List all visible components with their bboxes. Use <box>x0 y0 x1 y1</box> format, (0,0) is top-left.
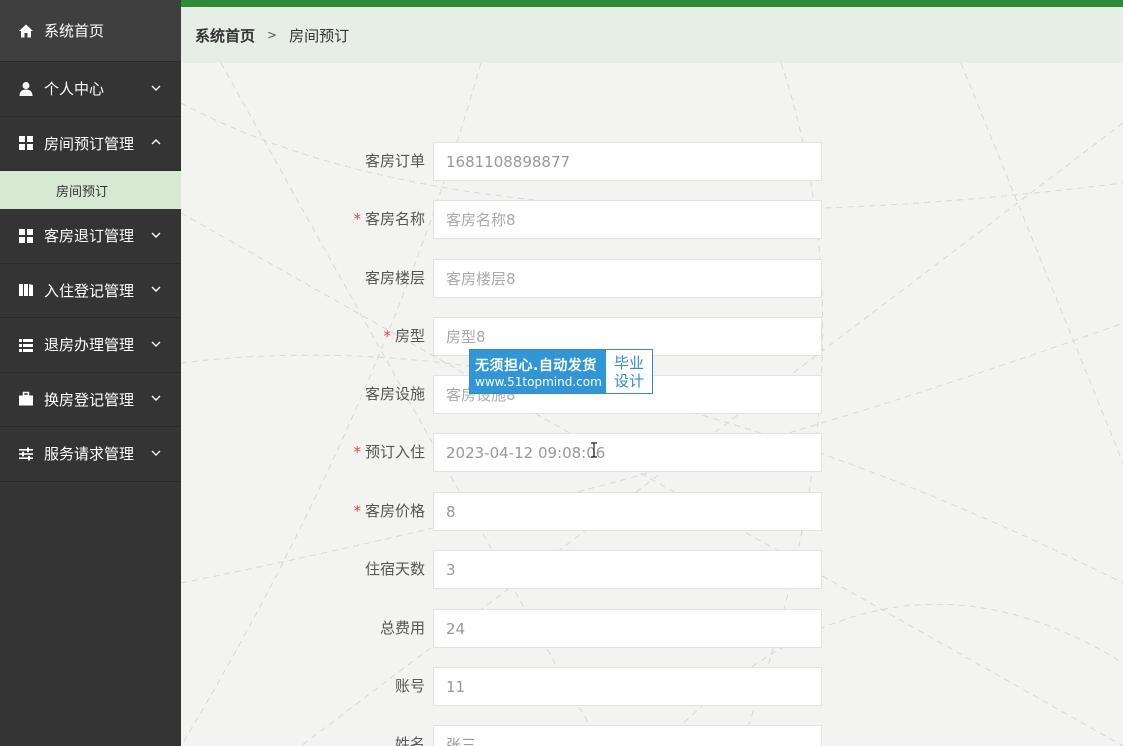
form-row-total-cost: 总费用 <box>181 609 1123 648</box>
field-label: * 客房名称 <box>353 210 425 228</box>
sidebar-item-label: 退房办理管理 <box>44 336 135 355</box>
user-icon <box>17 80 34 97</box>
sidebar-item-room-booking-management[interactable]: 房间预订管理 <box>0 117 181 171</box>
required-mark: * <box>353 502 361 520</box>
sidebar-item-check-in-management[interactable]: 入住登记管理 <box>0 264 181 318</box>
chevron-down-icon <box>151 85 161 91</box>
form-row-room-name: * 客房名称 <box>181 200 1123 239</box>
field-label: * 预订入住 <box>353 443 425 461</box>
required-mark: * <box>353 443 361 461</box>
watermark-line1: 无须担心.自动发货 <box>475 357 597 374</box>
sidebar-item-label: 换房登记管理 <box>44 390 135 409</box>
sidebar-item-label: 服务请求管理 <box>44 445 135 464</box>
sidebar-item-label: 入住登记管理 <box>44 281 135 300</box>
order-number-input[interactable] <box>433 142 822 181</box>
field-label: 客房订单 <box>364 152 425 170</box>
breadcrumb-home[interactable]: 系统首页 <box>195 25 255 46</box>
sliders-icon <box>17 445 34 462</box>
field-label: * 客房价格 <box>353 502 425 520</box>
room-name-input[interactable] <box>433 200 822 239</box>
field-label: * 房型 <box>383 327 425 345</box>
sidebar: 系统首页 个人中心 房间预订管理 房间预订 客房退订管理 入住登记管理 退房办理… <box>0 0 181 746</box>
text-cursor-icon <box>591 442 597 458</box>
field-label: 客房设施 <box>364 385 425 403</box>
required-mark: * <box>353 210 361 228</box>
sidebar-item-label: 客房退订管理 <box>44 227 135 246</box>
watermark-badge: 无须担心.自动发货 www.51topmind.com 毕业 设计 <box>469 349 653 394</box>
form-row-room-floor: 客房楼层 <box>181 259 1123 298</box>
sidebar-subitem-room-booking[interactable]: 房间预订 <box>0 171 181 209</box>
watermark-right2: 设计 <box>613 371 644 390</box>
checkin-date-input[interactable] <box>433 433 822 472</box>
stay-days-input[interactable] <box>433 550 822 589</box>
sidebar-item-personal-center[interactable]: 个人中心 <box>0 62 181 117</box>
field-label: 住宿天数 <box>364 560 425 578</box>
breadcrumb-current: 房间预订 <box>289 26 350 45</box>
home-icon <box>17 22 34 39</box>
watermark-line2: www.51topmind.com <box>475 374 602 389</box>
breadcrumb: 系统首页 > 房间预订 <box>181 7 1123 63</box>
form-row-stay-days: 住宿天数 <box>181 550 1123 589</box>
field-label: 总费用 <box>379 619 425 637</box>
sidebar-item-room-cancellation-management[interactable]: 客房退订管理 <box>0 209 181 264</box>
sidebar-item-label: 房间预订管理 <box>44 134 135 153</box>
name-input[interactable] <box>433 725 822 746</box>
chevron-down-icon <box>151 395 161 402</box>
field-label: 姓名 <box>394 735 425 746</box>
chevron-up-icon <box>151 139 161 145</box>
account-input[interactable] <box>433 667 822 706</box>
briefcase-icon <box>17 391 34 408</box>
grid-icon <box>17 227 34 244</box>
form-row-checkin-date: * 预订入住 <box>181 433 1123 472</box>
form-row-room-price: * 客房价格 <box>181 492 1123 531</box>
columns-icon <box>17 282 34 299</box>
room-price-input[interactable] <box>433 492 822 531</box>
field-label: 账号 <box>394 677 425 695</box>
sidebar-item-checkout-management[interactable]: 退房办理管理 <box>0 318 181 373</box>
form-row-account: 账号 <box>181 667 1123 706</box>
chevron-down-icon <box>151 341 161 347</box>
grid-icon <box>17 135 34 152</box>
sidebar-item-label: 个人中心 <box>44 80 105 99</box>
chevron-down-icon <box>151 286 161 293</box>
sidebar-item-room-change-management[interactable]: 换房登记管理 <box>0 373 181 427</box>
room-floor-input[interactable] <box>433 259 822 298</box>
sidebar-item-label: 系统首页 <box>44 22 105 40</box>
chevron-down-icon <box>151 450 161 456</box>
watermark-right1: 毕业 <box>613 353 644 372</box>
list-icon <box>17 336 34 353</box>
required-mark: * <box>383 327 391 345</box>
field-label: 客房楼层 <box>364 269 425 287</box>
chevron-down-icon <box>151 232 161 238</box>
breadcrumb-separator: > <box>267 28 278 42</box>
top-accent-bar <box>181 0 1123 7</box>
sidebar-item-service-request-management[interactable]: 服务请求管理 <box>0 427 181 482</box>
total-cost-input[interactable] <box>433 609 822 648</box>
sidebar-item-home[interactable]: 系统首页 <box>0 0 181 62</box>
form-row-name: 姓名 <box>181 725 1123 746</box>
form-row-order-number: 客房订单 <box>181 142 1123 181</box>
